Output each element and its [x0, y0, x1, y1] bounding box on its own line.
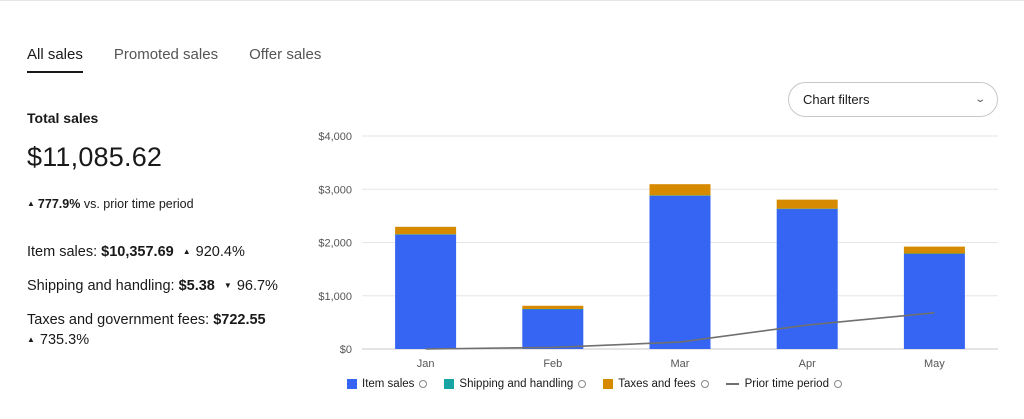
shipping-metric: Shipping and handling: $5.38 ▼ 96.7% [27, 276, 307, 296]
item-sales-swatch [347, 379, 357, 389]
bar-segment [903, 253, 965, 349]
total-change-pct: 777.9% [37, 197, 81, 211]
x-tick-label: Jan [417, 358, 435, 370]
legend-prior-label: Prior time period [744, 378, 829, 390]
info-icon[interactable] [833, 380, 842, 388]
tab-all-sales[interactable]: All sales [27, 46, 83, 73]
total-sales-label: Total sales [27, 110, 99, 126]
up-arrow-icon: ▲ [27, 199, 35, 208]
top-divider [0, 0, 1024, 1]
y-tick-label: $4,000 [318, 131, 352, 143]
shipping-pct: 96.7% [236, 278, 278, 294]
y-tick-label: $1,000 [318, 291, 352, 303]
down-arrow-icon: ▼ [223, 281, 232, 290]
bar-segment [395, 234, 457, 235]
tab-offer-sales[interactable]: Offer sales [249, 46, 321, 73]
total-change: ▲ 777.9% vs. prior time period [27, 197, 307, 211]
legend-shipping[interactable]: Shipping and handling [444, 378, 587, 390]
x-tick-label: Apr [799, 358, 816, 370]
taxes-pct: 735.3% [39, 332, 90, 348]
item-sales-pct: 920.4% [195, 244, 245, 260]
x-tick-label: Feb [543, 358, 562, 370]
up-arrow-icon: ▲ [27, 335, 35, 344]
y-tick-label: $2,000 [318, 238, 352, 250]
item-sales-label: Item sales: [27, 244, 98, 260]
bar-segment [522, 308, 584, 310]
info-icon[interactable] [578, 380, 587, 388]
bar-segment [522, 305, 584, 309]
bar-segment [776, 208, 838, 210]
chevron-down-icon: ⌄ [973, 94, 986, 105]
legend-shipping-label: Shipping and handling [459, 378, 574, 390]
total-sales-value: $11,085.62 [27, 142, 163, 172]
bar-segment [522, 309, 584, 349]
bar-segment [395, 226, 457, 235]
legend-taxes-label: Taxes and fees [618, 378, 696, 390]
chart-filters-label: Chart filters [803, 92, 870, 107]
bar-segment [903, 246, 965, 254]
item-sales-value: $10,357.69 [101, 244, 174, 260]
bar-segment [649, 184, 711, 196]
info-icon[interactable] [700, 380, 709, 388]
x-tick-label: Mar [671, 358, 690, 370]
bar-segment [776, 199, 838, 209]
taxes-swatch [603, 379, 614, 389]
bar-segment [649, 195, 711, 349]
tab-promoted-sales[interactable]: Promoted sales [114, 46, 218, 73]
taxes-metric: Taxes and government fees: $722.55 ▲ 735.… [27, 310, 307, 350]
bar-segment [395, 234, 457, 349]
prior-line-swatch [725, 383, 739, 385]
bar-segment [649, 195, 711, 196]
shipping-swatch [444, 379, 455, 389]
y-tick-label: $0 [340, 344, 352, 356]
taxes-value: $722.55 [213, 312, 266, 328]
total-change-text: vs. prior time period [83, 197, 194, 211]
shipping-value: $5.38 [178, 278, 215, 294]
legend-item-sales[interactable]: Item sales [347, 378, 428, 390]
sales-tabs: All sales Promoted sales Offer sales [27, 46, 352, 73]
sales-summary: Total sales $11,085.62 ▲ 777.9% vs. prior… [27, 110, 307, 364]
sales-chart: $0 $1,000 $2,000 $3,000 $4,000 Jan Feb Mar Apr Ma… [318, 131, 998, 370]
info-icon[interactable] [419, 380, 428, 388]
shipping-label: Shipping and handling: [27, 278, 175, 294]
bar-segment [903, 253, 965, 255]
legend-prior[interactable]: Prior time period [725, 378, 842, 390]
x-tick-label: May [924, 358, 945, 370]
legend-taxes[interactable]: Taxes and fees [603, 378, 709, 390]
up-arrow-icon: ▲ [182, 247, 191, 256]
taxes-label: Taxes and government fees: [27, 312, 210, 328]
chart-legend: Item sales Shipping and handling Taxes a… [347, 378, 859, 390]
legend-item-sales-label: Item sales [362, 378, 415, 390]
item-sales-metric: Item sales: $10,357.69 ▲ 920.4% [27, 242, 307, 262]
y-tick-label: $3,000 [318, 184, 352, 196]
chart-filters-dropdown[interactable]: Chart filters ⌄ [788, 82, 998, 117]
